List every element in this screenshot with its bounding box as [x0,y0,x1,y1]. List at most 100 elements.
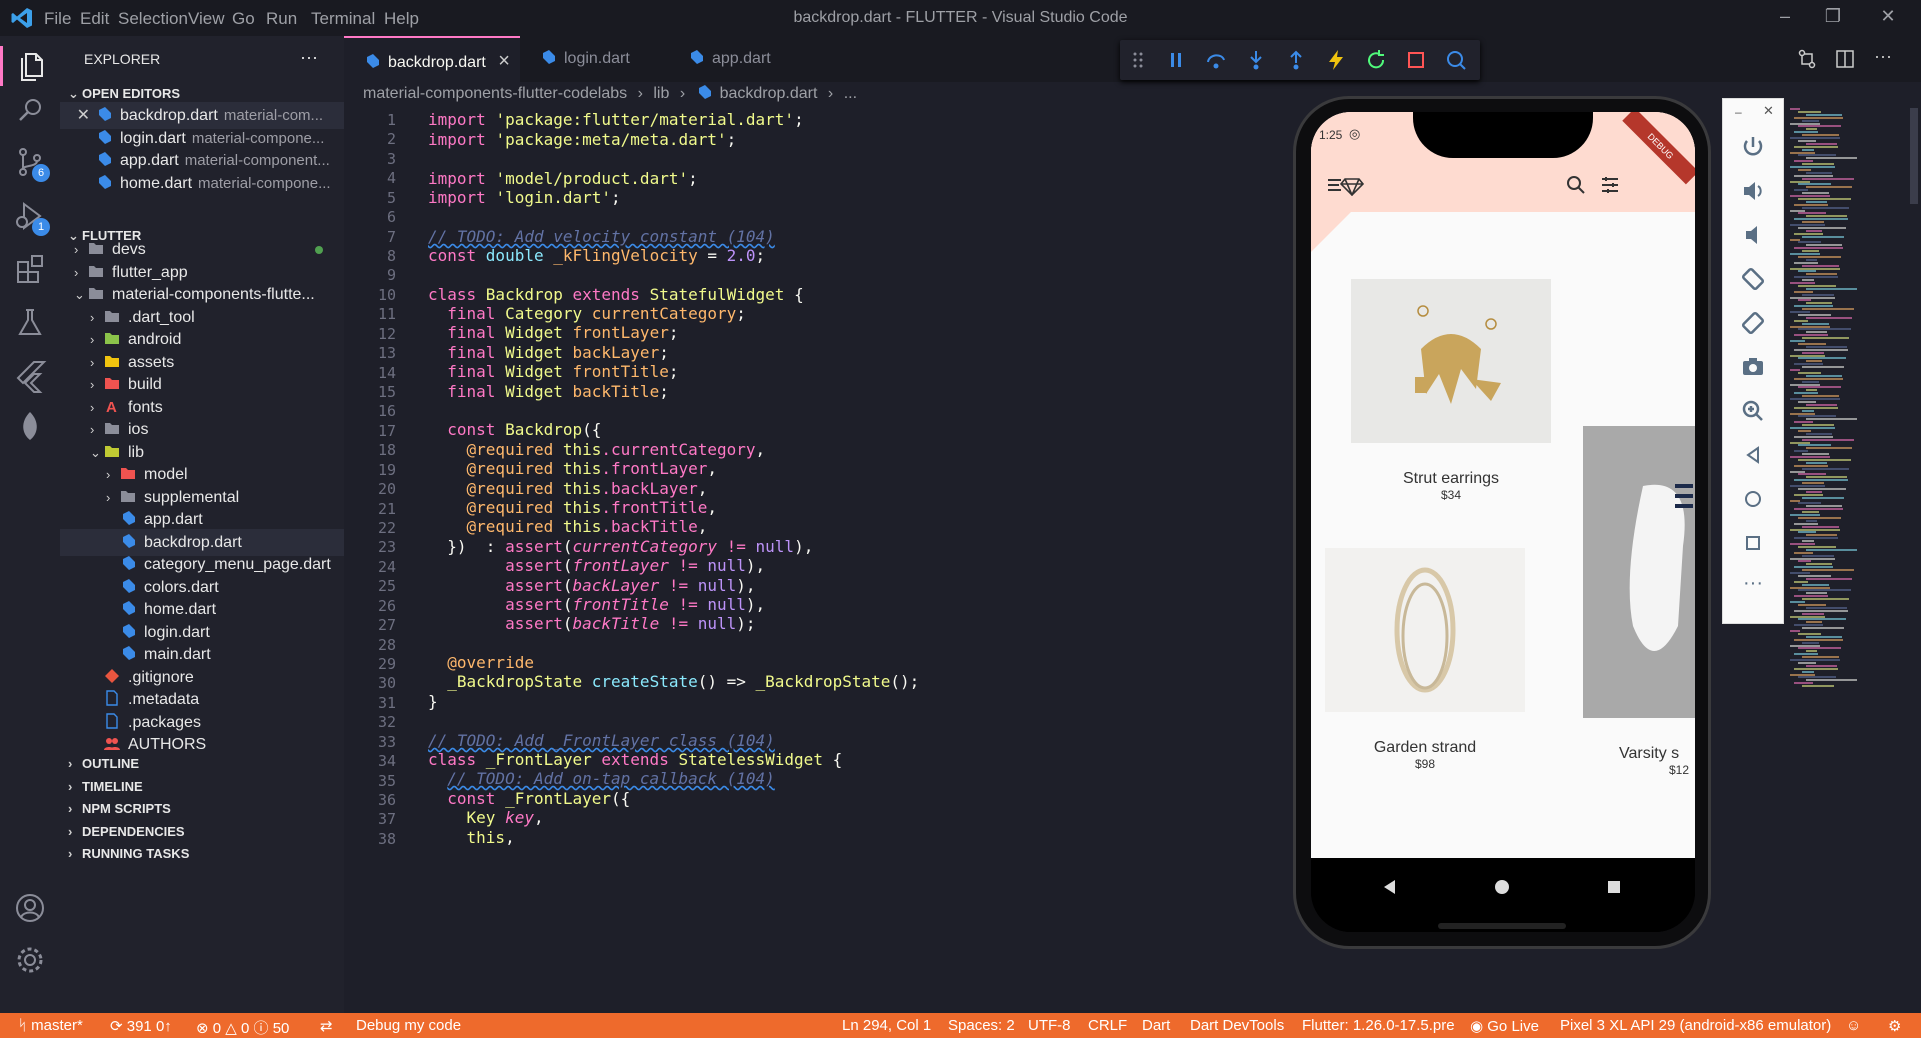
minimize-button[interactable]: – [1770,6,1800,30]
testing-icon[interactable] [10,302,50,342]
run-debug-icon[interactable]: 1 [10,196,50,236]
pause-icon[interactable] [1164,48,1188,72]
language-mode[interactable]: Dart [1142,1017,1170,1034]
hot-reload-icon[interactable] [1324,48,1348,72]
source-control-icon[interactable]: 6 [10,142,50,182]
step-over-icon[interactable] [1204,48,1228,72]
volume-up-icon[interactable] [1739,177,1767,205]
line-ending[interactable]: CRLF [1088,1017,1127,1034]
debug-launch-icon[interactable]: ⇄ [320,1017,333,1035]
emulator-screen[interactable]: 1:25 ◎ DEBUG Strut earrings $34 Garden s… [1311,112,1695,932]
filter-tune-icon[interactable] [1599,174,1621,196]
product-name: Strut earrings [1402,470,1500,487]
menu-edit[interactable]: Edit [80,9,109,29]
tab-backdrop-dart[interactable]: backdrop.dart × [344,36,520,82]
breadcrumb-symbol[interactable]: ... [844,85,857,102]
feedback-icon[interactable]: ☺ [1846,1017,1861,1034]
restore-button[interactable]: ❐ [1818,6,1848,30]
devtools-inspect-icon[interactable] [1444,48,1468,72]
identifier: frontLayer [572,556,669,575]
encoding[interactable]: UTF-8 [1028,1017,1071,1034]
product-card[interactable]: Garden strand $98 [1325,548,1525,771]
notifications-bell-icon[interactable]: ⚙ [1888,1017,1901,1035]
tab-close-icon[interactable]: × [498,50,510,72]
search-icon[interactable] [1565,174,1587,196]
minimap-line [1790,499,1800,502]
open-editor-item[interactable]: home.dart material-compone... [60,170,344,197]
editor-more-icon[interactable]: ··· [1874,46,1892,67]
git-branch[interactable]: ᛋ master* [18,1017,83,1034]
recents-icon[interactable] [1605,878,1623,896]
menu-go[interactable]: Go [232,9,255,29]
emulator-back-icon[interactable] [1739,441,1767,469]
tab-login-dart[interactable]: login.dart [520,36,668,82]
settings-gear-icon[interactable] [10,940,50,980]
zoom-icon[interactable] [1739,397,1767,425]
sync-status[interactable]: ⟳ 391 0↑ [110,1017,172,1035]
account-icon[interactable] [10,888,50,928]
punctuation: ; [659,343,669,362]
shrine-app[interactable]: 1:25 ◎ DEBUG Strut earrings $34 Garden s… [1311,112,1695,858]
explorer-icon[interactable] [0,46,63,86]
close-window-button[interactable]: ✕ [1873,6,1903,30]
editor-scrollbar[interactable] [1908,108,1921,1013]
sidebar-section-header[interactable]: › RUNNING TASKS [68,840,352,867]
section-label: OUTLINE [82,756,140,771]
go-live[interactable]: ◉ Go Live [1470,1017,1539,1035]
problems-status[interactable]: ⊗ 0 △ 0 ⓘ 50 [196,1017,289,1038]
flutter-icon[interactable] [10,354,50,394]
breadcrumb-folder[interactable]: material-components-flutter-codelabs [363,85,627,102]
open-changes-icon[interactable] [1796,48,1818,70]
product-card[interactable]: Strut earrings $34 [1351,279,1551,502]
debug-config[interactable]: Debug my code [356,1017,461,1034]
emulator-close-icon[interactable]: ✕ [1763,103,1774,119]
emulator-home-icon[interactable] [1739,485,1767,513]
search-icon[interactable] [10,90,50,130]
breadcrumb-lib[interactable]: lib [653,85,669,102]
minimap-line [1802,496,1844,499]
minimap[interactable] [1788,108,1908,698]
rotate-right-icon[interactable] [1739,309,1767,337]
extensions-icon[interactable] [10,248,50,288]
emulator-overview-icon[interactable] [1739,529,1767,557]
split-editor-icon[interactable] [1834,48,1856,70]
product-card[interactable]: Varsity s $12 [1583,426,1695,777]
mongodb-leaf-icon[interactable] [10,406,50,446]
menu-view[interactable]: View [188,9,225,29]
modified-dot-icon [315,246,323,254]
section-label: TIMELINE [82,778,143,794]
debug-toolbar [1120,40,1480,80]
back-icon[interactable] [1381,878,1399,896]
breadcrumb-file[interactable]: backdrop.dart [720,85,818,102]
minimap-line [1802,598,1849,601]
menu-file[interactable]: File [44,9,71,29]
minimap-line [1790,673,1815,676]
volume-down-icon[interactable] [1739,221,1767,249]
open-editor-path: material-component... [184,152,330,169]
cursor-position[interactable]: Ln 294, Col 1 [842,1017,931,1034]
menu-selection[interactable]: Selection [118,9,188,29]
emulator-more-icon[interactable]: ··· [1739,573,1767,601]
tab-app-dart[interactable]: app.dart [668,36,788,82]
menu-terminal[interactable]: Terminal [311,9,375,29]
indentation[interactable]: Spaces: 2 [948,1017,1015,1034]
dart-devtools[interactable]: Dart DevTools [1190,1017,1284,1034]
power-icon[interactable] [1739,133,1767,161]
screenshot-camera-icon[interactable] [1739,353,1767,381]
home-icon[interactable] [1493,878,1511,896]
device-selector[interactable]: Pixel 3 XL API 29 (android-x86 emulator) [1560,1017,1831,1034]
menu-help[interactable]: Help [384,9,419,29]
minimap-line [1794,363,1823,366]
menu-run[interactable]: Run [266,9,297,29]
rotate-left-icon[interactable] [1739,265,1767,293]
stop-icon[interactable] [1404,48,1428,72]
restart-icon[interactable] [1364,48,1388,72]
step-into-icon[interactable] [1244,48,1268,72]
warning-count: 0 [240,1020,250,1037]
flutter-version[interactable]: Flutter: 1.26.0-17.5.pre [1302,1017,1455,1034]
emulator-minimize-icon[interactable]: – [1735,105,1742,119]
drag-handle-icon[interactable] [1126,48,1150,72]
explorer-more-icon[interactable]: ··· [300,44,330,71]
step-out-icon[interactable] [1284,48,1308,72]
menu-diamond-icon[interactable] [1327,174,1367,196]
